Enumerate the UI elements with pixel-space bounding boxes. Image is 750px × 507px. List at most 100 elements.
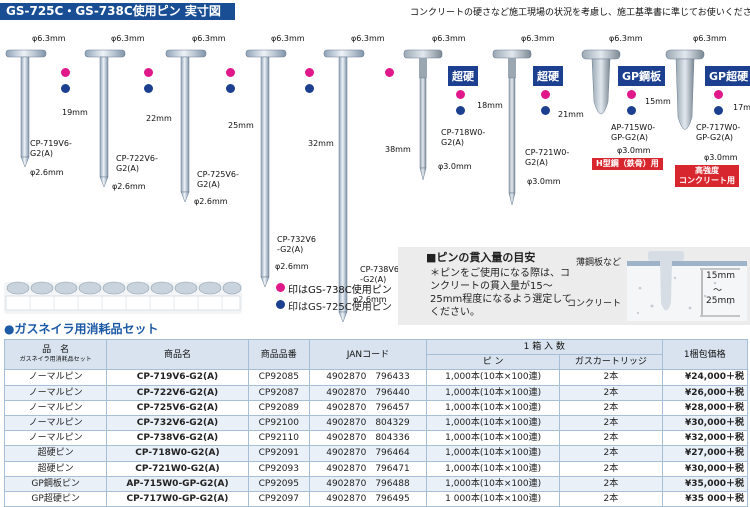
- pin8-label: AP-715W0- GP-G2(A): [611, 123, 656, 142]
- pin3-head-dim: φ6.3mm: [192, 34, 226, 43]
- depth-min: 15mm: [706, 271, 735, 281]
- pin1-label: CP-719V6- G2(A): [30, 139, 72, 158]
- col-name-label: 品 名: [42, 344, 70, 355]
- cell-price: ¥26,000＋税: [661, 384, 749, 401]
- red-tag-high-strength: 高強度 コンクリート用: [675, 165, 739, 187]
- pin7-shank-dim: φ3.0mm: [527, 177, 561, 186]
- cell-product: CP-717W0-GP-G2(A): [106, 490, 249, 507]
- cell-pin: 1,000本(10本×100連): [425, 399, 561, 416]
- pin3-length: 25mm: [228, 121, 254, 130]
- pin1-shank-dim: φ2.6mm: [30, 168, 64, 177]
- cell-price: ¥28,000＋税: [661, 399, 749, 416]
- legend-magenta-dot: [276, 283, 285, 292]
- cell-pin: 1,000本(10本×100連): [425, 445, 561, 462]
- guide-text: ＊ピンをご使用になる際は、コンクリートの貫入量が15～25mm程度になるよう選定…: [430, 268, 572, 318]
- cell-gas: 2本: [559, 414, 663, 432]
- pin8-length: 15mm: [645, 97, 671, 106]
- magenta-dot: [456, 90, 465, 99]
- pin4-length: 32mm: [308, 139, 334, 148]
- cell-gas: 2本: [559, 445, 663, 462]
- magenta-dot: [305, 68, 314, 77]
- cell-name: 超硬ピン: [3, 445, 108, 462]
- pin4-head-dim: φ6.3mm: [271, 34, 305, 43]
- cell-name: ノーマルピン: [3, 430, 108, 447]
- cell-name: ノーマルピン: [3, 384, 108, 401]
- cell-jan: 4902870 796440: [308, 384, 428, 401]
- product-table-body: ノーマルピン CP-719V6-G2(A) CP92085 4902870 79643…: [3, 369, 749, 507]
- table-row: GP鋼板ピン AP-715W0-GP-G2(A) CP92095 4902870 79…: [3, 475, 749, 492]
- tag-gp-kouban: GP鋼板: [618, 66, 666, 86]
- cell-code: CP92085: [247, 369, 310, 386]
- cell-code: CP92095: [247, 475, 310, 492]
- table-row: ノーマルピン CP-719V6-G2(A) CP92085 4902870 79643…: [3, 369, 749, 386]
- magenta-dot: [714, 90, 723, 99]
- pin1-head-dim: φ6.3mm: [32, 34, 66, 43]
- legend-blue-dot: [276, 300, 285, 309]
- pin3-shank-dim: φ2.6mm: [194, 197, 228, 206]
- depth-tilde: ～: [713, 286, 723, 296]
- cell-name: ノーマルピン: [3, 399, 108, 416]
- pin5-head-dim: φ6.3mm: [351, 34, 385, 43]
- magenta-dot: [144, 68, 153, 77]
- pin6-length: 18mm: [477, 101, 503, 110]
- cell-code: CP92093: [247, 460, 310, 477]
- cell-gas: 2本: [559, 460, 663, 477]
- blue-dot: [714, 106, 723, 115]
- cell-gas: 2本: [559, 399, 663, 416]
- cell-jan: 4902870 804336: [308, 430, 428, 447]
- cell-code: CP92097: [247, 490, 310, 507]
- cell-price: ¥24,000＋税: [661, 369, 749, 386]
- cell-code: CP92110: [247, 430, 310, 447]
- pin6-shank-dim: φ3.0mm: [438, 162, 472, 171]
- cell-code: CP92087: [247, 384, 310, 401]
- col-gas: ガスカートリッジ: [559, 354, 663, 371]
- cell-name: GP鋼板ピン: [3, 475, 108, 492]
- tag-chougo: 超硬: [533, 66, 563, 86]
- pin7-label: CP-721W0- G2(A): [525, 148, 570, 167]
- pin4-shank-dim: φ2.6mm: [275, 262, 309, 271]
- pin2-label: CP-722V6- G2(A): [116, 154, 158, 173]
- pin2-length: 22mm: [146, 114, 172, 123]
- pin9-label: CP-717W0- GP-G2(A): [696, 123, 741, 142]
- col-box: 1 箱 入 数: [426, 338, 663, 356]
- col-product: 商品名: [106, 338, 249, 371]
- cell-name: GP超硬ピン: [3, 490, 108, 507]
- table-row: GP超硬ピン CP-717W0-GP-G2(A) CP92097 4902870 79…: [3, 490, 749, 507]
- cell-name: ノーマルピン: [3, 369, 108, 386]
- pin8-head-dim: φ6.3mm: [609, 34, 643, 43]
- tag-gp-chougo: GP超硬: [705, 66, 750, 86]
- cell-product: CP-719V6-G2(A): [106, 369, 249, 386]
- page-title: GS-725C・GS-738C使用ピン 実寸図: [6, 4, 221, 18]
- table-row: ノーマルピン CP-725V6-G2(A) CP92089 4902870 79645…: [3, 399, 749, 416]
- blue-dot: [541, 106, 550, 115]
- cell-gas: 2本: [559, 384, 663, 401]
- cell-pin: 1,000本(10本×100連): [425, 430, 561, 447]
- legend-blue-text: 印はGS-725C使用ピン: [288, 302, 392, 313]
- depth-max: 25mm: [706, 296, 735, 306]
- pin-cp-718w0: [403, 49, 443, 181]
- table-row: 超硬ピン CP-721W0-G2(A) CP92093 4902870 796471 1…: [3, 460, 749, 477]
- col-name-sub: ガスネイラ用消耗品セット: [19, 355, 92, 363]
- guide-title: ■ピンの貫入量の目安: [426, 251, 536, 264]
- cell-price: ¥35,000＋税: [661, 475, 749, 492]
- col-price: 1梱包価格: [661, 338, 749, 371]
- page-subtitle: コンクリートの硬さなど施工現場の状況を考慮し、施工基準書に準じてお使いください。: [410, 8, 750, 18]
- table-row: 超硬ピン CP-718W0-G2(A) CP92091 4902870 796464 1…: [3, 445, 749, 462]
- cell-pin: 1,000本(10本×100連): [425, 475, 561, 492]
- pin9-length: 17mm: [733, 103, 750, 112]
- pin-strip-image: [4, 281, 242, 314]
- cell-price: ¥30,000＋税: [661, 414, 749, 432]
- table-row: ノーマルピン CP-738V6-G2(A) CP92110 4902870 80433…: [3, 430, 749, 447]
- section-title: ●ガスネイラ用消耗品セット: [4, 322, 159, 336]
- magenta-dot: [385, 68, 394, 77]
- cell-product: CP-725V6-G2(A): [106, 399, 249, 416]
- cell-jan: 4902870 796488: [308, 475, 428, 492]
- cell-gas: 2本: [559, 475, 663, 492]
- pin7-length: 21mm: [558, 110, 584, 119]
- col-jan: JANコード: [308, 338, 428, 371]
- cell-pin: 1,000本(10本×100連): [425, 369, 561, 386]
- pin1-length: 19mm: [62, 108, 88, 117]
- label-sheet-steel: 薄鋼板など: [576, 258, 622, 268]
- blue-dot: [627, 106, 636, 115]
- cell-jan: 4902870 804329: [308, 414, 428, 432]
